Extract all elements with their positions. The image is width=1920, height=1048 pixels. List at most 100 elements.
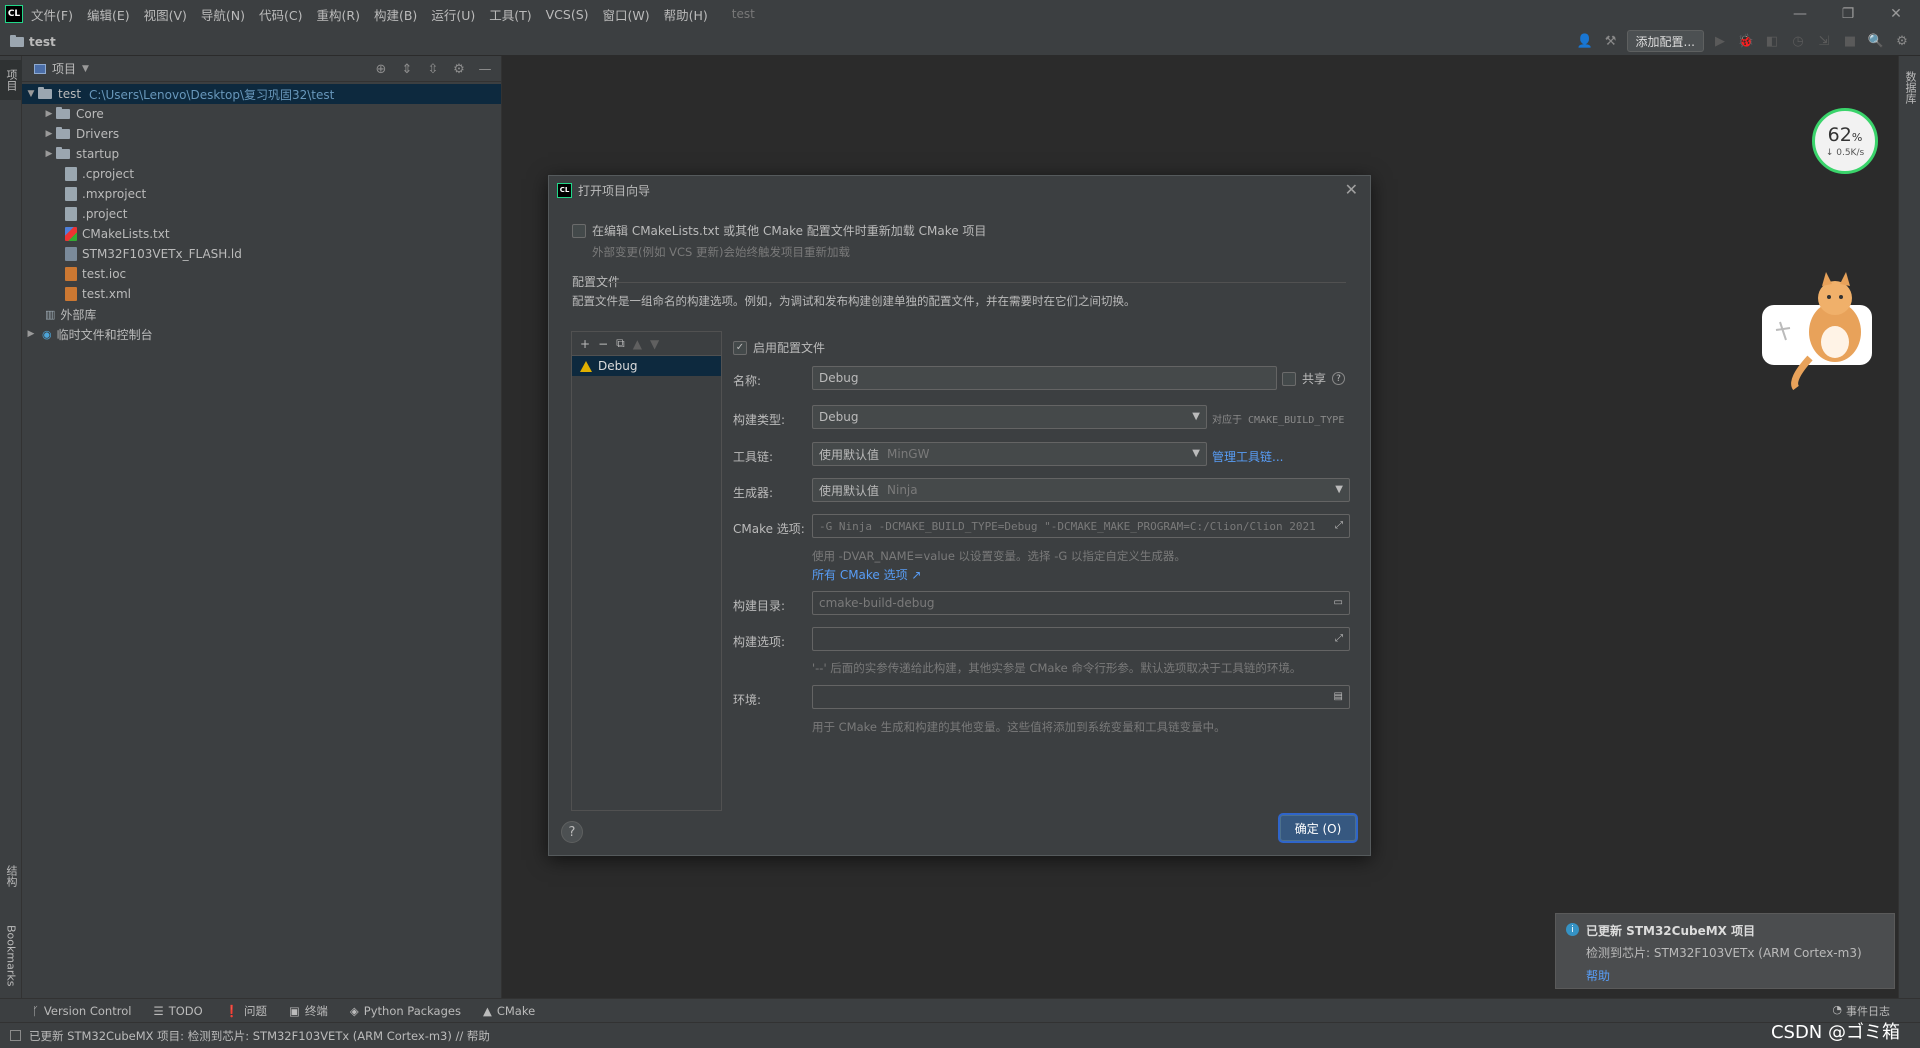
chevron-right-icon[interactable]: ▶ bbox=[42, 149, 56, 159]
menu-view[interactable]: 视图(V) bbox=[144, 5, 187, 24]
ok-button[interactable]: 确定 (O) bbox=[1280, 815, 1356, 841]
add-configuration-button[interactable]: 添加配置... bbox=[1626, 30, 1704, 52]
build-directory-field[interactable]: cmake-build-debug ▭ bbox=[812, 591, 1350, 615]
tree-item-xml[interactable]: test.xml bbox=[22, 284, 501, 304]
tree-root[interactable]: ▼ test C:\Users\Lenovo\Desktop\复习巩固32\te… bbox=[22, 84, 501, 104]
notification-help-link[interactable]: 帮助 bbox=[1586, 967, 1610, 984]
status-message[interactable]: 已更新 STM32CubeMX 项目: 检测到芯片: STM32F103VETx… bbox=[29, 1028, 490, 1044]
tree-item-ioc[interactable]: test.ioc bbox=[22, 264, 501, 284]
tree-item-external-libraries[interactable]: ▥ 外部库 bbox=[22, 304, 501, 324]
generator-combobox[interactable]: 使用默认值 Ninja ▼ bbox=[812, 478, 1350, 502]
tree-item-project[interactable]: .project bbox=[22, 204, 501, 224]
chevron-right-icon[interactable]: ▶ bbox=[42, 129, 56, 139]
help-circle-icon[interactable]: ? bbox=[1332, 372, 1346, 385]
tab-version-control[interactable]: ᚴ Version Control bbox=[32, 1004, 131, 1018]
hide-icon[interactable]: — bbox=[475, 59, 495, 79]
expand-all-icon[interactable]: ⇕ bbox=[397, 59, 417, 79]
chevron-right-icon[interactable]: ▶ bbox=[42, 109, 56, 119]
tab-cmake[interactable]: ▲ CMake bbox=[483, 1004, 535, 1018]
menu-refactor[interactable]: 重构(R) bbox=[317, 5, 360, 24]
build-hammer-icon[interactable]: ⚒ bbox=[1601, 31, 1621, 51]
move-down-icon[interactable]: ▼ bbox=[650, 337, 659, 351]
tree-item-core[interactable]: ▶ Core bbox=[22, 104, 501, 124]
tree-item-linker-script[interactable]: STM32F103VETx_FLASH.ld bbox=[22, 244, 501, 264]
menu-window[interactable]: 窗口(W) bbox=[603, 5, 650, 24]
menu-vcs[interactable]: VCS(S) bbox=[546, 7, 589, 22]
help-button[interactable]: ? bbox=[561, 821, 583, 843]
breadcrumb-project[interactable]: test bbox=[10, 34, 56, 49]
coverage-icon[interactable]: ◧ bbox=[1762, 31, 1782, 51]
reload-cmake-option[interactable]: 在编辑 CMakeLists.txt 或其他 CMake 配置文件时重新加载 C… bbox=[572, 222, 986, 239]
chevron-right-icon[interactable]: ▶ bbox=[24, 329, 38, 339]
edit-env-icon[interactable]: ▤ bbox=[1334, 691, 1343, 702]
reload-checkbox[interactable] bbox=[572, 223, 586, 238]
toolchain-combobox[interactable]: 使用默认值 MinGW ▼ bbox=[812, 442, 1207, 466]
close-icon[interactable]: ✕ bbox=[1345, 180, 1358, 199]
menu-help[interactable]: 帮助(H) bbox=[664, 5, 708, 24]
tool-tab-bookmarks[interactable]: Bookmarks bbox=[0, 911, 22, 1001]
menu-file[interactable]: 文件(F) bbox=[31, 5, 73, 24]
tool-tab-database[interactable]: 数据库 bbox=[1899, 62, 1920, 112]
profile-icon[interactable]: ◷ bbox=[1788, 31, 1808, 51]
enable-profile-option[interactable]: ✓ 启用配置文件 bbox=[733, 339, 825, 356]
collapse-all-icon[interactable]: ⇳ bbox=[423, 59, 443, 79]
enable-profile-checkbox[interactable]: ✓ bbox=[733, 340, 747, 355]
settings-gear-icon[interactable]: ⚙ bbox=[1892, 31, 1912, 51]
tab-problems[interactable]: ❗ 问题 bbox=[225, 1003, 267, 1019]
chevron-down-icon[interactable]: ▼ bbox=[1335, 484, 1343, 495]
panel-title[interactable]: 项目 bbox=[52, 60, 76, 77]
locate-icon[interactable]: ⊕ bbox=[371, 59, 391, 79]
build-options-field[interactable]: ⤢ bbox=[812, 627, 1350, 651]
menu-run[interactable]: 运行(U) bbox=[431, 5, 475, 24]
share-checkbox[interactable] bbox=[1282, 371, 1296, 386]
profile-name-field[interactable]: Debug bbox=[812, 366, 1277, 390]
chevron-down-icon[interactable]: ▼ bbox=[1192, 448, 1200, 459]
search-icon[interactable]: 🔍 bbox=[1866, 31, 1886, 51]
network-speed-gauge[interactable]: 62% ↓ 0.5K/s bbox=[1812, 108, 1878, 174]
debug-icon[interactable]: 🐞 bbox=[1736, 31, 1756, 51]
menu-build[interactable]: 构建(B) bbox=[374, 5, 417, 24]
menu-code[interactable]: 代码(C) bbox=[259, 5, 302, 24]
profile-item-debug[interactable]: Debug bbox=[572, 356, 721, 376]
build-type-combobox[interactable]: Debug ▼ bbox=[812, 405, 1207, 429]
tree-item-cmakelists[interactable]: CMakeLists.txt bbox=[22, 224, 501, 244]
browse-folder-icon[interactable]: ▭ bbox=[1334, 597, 1343, 608]
tree-item-scratches[interactable]: ▶ ◉ 临时文件和控制台 bbox=[22, 324, 501, 344]
event-log-tab[interactable]: ◔ 事件日志 bbox=[1832, 1003, 1890, 1019]
chevron-down-icon[interactable]: ▼ bbox=[24, 89, 38, 99]
tab-terminal[interactable]: ▣ 终端 bbox=[289, 1003, 328, 1019]
environment-field[interactable]: ▤ bbox=[812, 685, 1350, 709]
move-up-icon[interactable]: ▲ bbox=[633, 337, 642, 351]
expand-icon[interactable]: ⤢ bbox=[1335, 520, 1343, 531]
menu-edit[interactable]: 编辑(E) bbox=[87, 5, 130, 24]
tree-item-drivers[interactable]: ▶ Drivers bbox=[22, 124, 501, 144]
tool-tab-project[interactable]: 项目 bbox=[0, 60, 22, 100]
restore-button[interactable]: ❐ bbox=[1824, 0, 1872, 28]
share-option[interactable]: 共享 ? bbox=[1282, 370, 1346, 387]
menu-navigate[interactable]: 导航(N) bbox=[201, 5, 245, 24]
manage-toolchains-link[interactable]: 管理工具链... bbox=[1212, 448, 1283, 465]
close-window-button[interactable]: ✕ bbox=[1872, 0, 1920, 28]
gear-icon[interactable]: ⚙ bbox=[449, 59, 469, 79]
tab-python-packages[interactable]: ◈ Python Packages bbox=[350, 1004, 461, 1018]
chevron-down-icon[interactable]: ▼ bbox=[1192, 411, 1200, 422]
attach-icon[interactable]: ⇲ bbox=[1814, 31, 1834, 51]
tree-item-mxproject[interactable]: .mxproject bbox=[22, 184, 501, 204]
copy-icon[interactable]: ⧉ bbox=[616, 336, 625, 351]
add-icon[interactable]: + bbox=[580, 337, 590, 351]
user-icon[interactable]: 👤 bbox=[1575, 31, 1595, 51]
tree-item-startup[interactable]: ▶ startup bbox=[22, 144, 501, 164]
all-cmake-options-link[interactable]: 所有 CMake 选项 ↗ bbox=[812, 566, 922, 583]
menu-tools[interactable]: 工具(T) bbox=[489, 5, 531, 24]
tab-todo[interactable]: ☰ TODO bbox=[153, 1004, 202, 1018]
tool-tab-structure[interactable]: 结构 bbox=[0, 856, 22, 896]
stop-icon[interactable]: ■ bbox=[1840, 31, 1860, 51]
status-toggle-icon[interactable] bbox=[10, 1030, 21, 1041]
chevron-down-icon[interactable]: ▼ bbox=[82, 64, 89, 74]
remove-icon[interactable]: − bbox=[598, 337, 608, 351]
minimize-button[interactable]: — bbox=[1776, 0, 1824, 28]
expand-icon[interactable]: ⤢ bbox=[1335, 633, 1343, 644]
tree-item-cproject[interactable]: .cproject bbox=[22, 164, 501, 184]
run-icon[interactable]: ▶ bbox=[1710, 31, 1730, 51]
cmake-options-field[interactable]: -G Ninja -DCMAKE_BUILD_TYPE=Debug "-DCMA… bbox=[812, 514, 1350, 538]
